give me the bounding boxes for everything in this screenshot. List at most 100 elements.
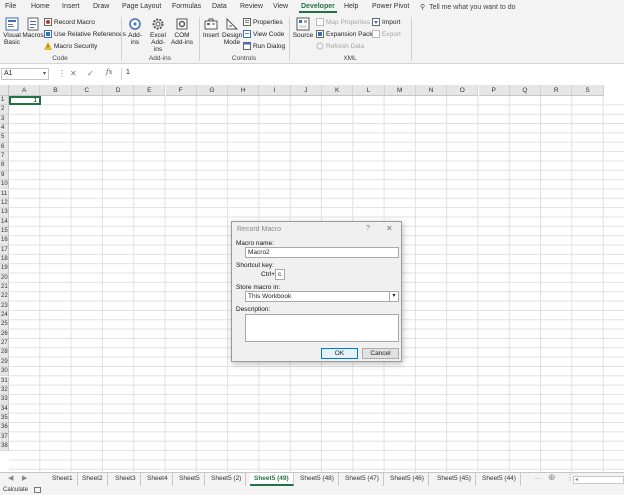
relative-references-button[interactable]: Use Relative References bbox=[44, 30, 126, 38]
expansion-packs-button[interactable]: Expansion Packs bbox=[316, 30, 376, 38]
scroll-tabs-left-icon[interactable]: ◀ bbox=[8, 474, 13, 482]
addins-button[interactable]: Add-ins bbox=[125, 17, 145, 46]
export-button[interactable]: Export bbox=[372, 30, 401, 38]
column-header[interactable]: C bbox=[71, 85, 103, 96]
row-header[interactable]: 12 bbox=[0, 198, 9, 209]
row-header[interactable]: 5 bbox=[0, 133, 9, 143]
tab-data[interactable]: Data bbox=[212, 3, 227, 10]
insert-control-button[interactable]: Insert bbox=[202, 17, 220, 39]
description-textarea[interactable] bbox=[245, 314, 399, 342]
row-header[interactable]: 10 bbox=[0, 180, 9, 190]
row-header[interactable]: 26 bbox=[0, 329, 9, 340]
row-header[interactable]: 4 bbox=[0, 124, 9, 134]
column-header[interactable]: G bbox=[196, 85, 229, 96]
column-header[interactable]: R bbox=[541, 85, 573, 96]
sheet-tab[interactable]: Sheet3 bbox=[111, 473, 141, 486]
row-header[interactable]: 20 bbox=[0, 273, 9, 283]
row-header[interactable]: 3 bbox=[0, 114, 9, 125]
scroll-tabs-right-icon[interactable]: ▶ bbox=[22, 474, 27, 482]
sheet-tab[interactable]: Sheet5 (44) bbox=[478, 473, 521, 486]
help-button[interactable]: ? bbox=[366, 225, 370, 232]
tab-insert[interactable]: Insert bbox=[62, 3, 80, 10]
column-header[interactable]: P bbox=[478, 85, 510, 96]
row-header[interactable]: 24 bbox=[0, 311, 9, 321]
row-header[interactable]: 16 bbox=[0, 236, 9, 246]
tab-power-pivot[interactable]: Power Pivot bbox=[372, 3, 409, 10]
view-code-button[interactable]: View Code bbox=[243, 30, 284, 38]
sheet-tab[interactable]: Sheet5 (49) bbox=[250, 473, 294, 486]
tab-help[interactable]: Help bbox=[344, 3, 358, 10]
column-header[interactable]: O bbox=[447, 85, 479, 96]
column-header[interactable]: S bbox=[572, 85, 604, 96]
visual-basic-button[interactable]: Visual Basic bbox=[2, 17, 22, 46]
scroll-left-icon[interactable]: ◂ bbox=[575, 476, 578, 483]
insert-function-icon[interactable]: fx bbox=[106, 68, 113, 76]
macro-security-button[interactable]: Macro Security bbox=[44, 42, 97, 50]
macros-button[interactable]: Macros bbox=[22, 17, 44, 39]
row-header[interactable]: 7 bbox=[0, 152, 9, 162]
row-header[interactable]: 23 bbox=[0, 301, 9, 312]
row-header[interactable]: 22 bbox=[0, 292, 9, 302]
column-header[interactable]: K bbox=[322, 85, 354, 96]
ok-button[interactable]: OK bbox=[321, 348, 358, 359]
excel-addins-button[interactable]: Excel Add-ins bbox=[147, 17, 169, 53]
row-header[interactable]: 8 bbox=[0, 161, 9, 171]
record-macro-button[interactable]: Record Macro bbox=[44, 18, 95, 26]
row-header[interactable]: 21 bbox=[0, 283, 9, 293]
row-header[interactable]: 37 bbox=[0, 432, 9, 442]
sheet-tab[interactable]: Sheet5 (2) bbox=[207, 473, 247, 486]
row-header[interactable]: 34 bbox=[0, 404, 9, 414]
column-header[interactable]: L bbox=[353, 85, 385, 96]
column-header[interactable]: H bbox=[228, 85, 260, 96]
row-header[interactable]: 11 bbox=[0, 189, 9, 199]
row-header[interactable]: 14 bbox=[0, 217, 9, 227]
tell-me-search[interactable]: ⚲ Tell me what you want to do bbox=[420, 3, 516, 11]
close-icon[interactable]: ✕ bbox=[386, 224, 393, 233]
row-header[interactable]: 1 bbox=[0, 96, 9, 106]
run-dialog-button[interactable]: Run Dialog bbox=[243, 42, 285, 50]
macro-recording-icon[interactable] bbox=[34, 487, 41, 493]
sheet-tab[interactable]: Sheet2 bbox=[78, 473, 108, 486]
column-header[interactable]: F bbox=[165, 85, 197, 96]
formula-input[interactable]: 1 bbox=[121, 68, 624, 80]
select-all-corner[interactable] bbox=[0, 85, 9, 96]
row-header[interactable]: 18 bbox=[0, 254, 9, 265]
xml-source-button[interactable]: Source bbox=[292, 17, 314, 39]
row-header[interactable]: 17 bbox=[0, 245, 9, 255]
row-header[interactable]: 25 bbox=[0, 320, 9, 330]
com-addins-button[interactable]: COM Add-ins bbox=[170, 17, 194, 46]
column-header[interactable]: D bbox=[102, 85, 135, 96]
row-header[interactable]: 36 bbox=[0, 423, 9, 433]
macro-name-input[interactable]: Macro2 bbox=[245, 247, 399, 258]
chevron-down-icon[interactable]: ▾ bbox=[389, 292, 398, 301]
row-header[interactable]: 30 bbox=[0, 367, 9, 377]
row-header[interactable]: 19 bbox=[0, 264, 9, 274]
row-header[interactable]: 29 bbox=[0, 357, 9, 368]
row-header[interactable]: 13 bbox=[0, 208, 9, 218]
name-box[interactable]: A1 ▾ bbox=[1, 68, 49, 80]
store-macro-select[interactable]: This Workbook ▾ bbox=[245, 291, 399, 302]
chevron-down-icon[interactable]: ▾ bbox=[43, 70, 46, 77]
tab-view[interactable]: View bbox=[273, 3, 288, 10]
sheet-tab[interactable]: Sheet5 (45) bbox=[433, 473, 476, 486]
row-header[interactable]: 38 bbox=[0, 441, 9, 452]
tab-draw[interactable]: Draw bbox=[93, 3, 109, 10]
sheet-tab[interactable]: Sheet5 (48) bbox=[296, 473, 339, 486]
column-header[interactable]: E bbox=[134, 85, 166, 96]
tab-page-layout[interactable]: Page Layout bbox=[122, 3, 161, 10]
row-header[interactable]: 2 bbox=[0, 105, 9, 115]
column-header[interactable]: Q bbox=[509, 85, 542, 96]
row-header[interactable]: 35 bbox=[0, 413, 9, 424]
sheet-tab[interactable]: Sheet4 bbox=[143, 473, 173, 486]
tab-review[interactable]: Review bbox=[240, 3, 263, 10]
row-header[interactable]: 33 bbox=[0, 395, 9, 405]
row-header[interactable]: 15 bbox=[0, 226, 9, 237]
row-header[interactable]: 31 bbox=[0, 376, 9, 386]
sheet-tab[interactable]: Sheet5 bbox=[175, 473, 205, 486]
refresh-data-button[interactable]: Refresh Data bbox=[316, 42, 364, 50]
sheet-tab[interactable]: Sheet5 (47) bbox=[341, 473, 384, 486]
column-header[interactable]: A bbox=[9, 85, 41, 96]
more-options-icon[interactable]: ⋮ bbox=[58, 69, 66, 78]
cancel-button[interactable]: Cancel bbox=[362, 348, 399, 359]
enter-icon[interactable]: ✓ bbox=[87, 69, 94, 78]
